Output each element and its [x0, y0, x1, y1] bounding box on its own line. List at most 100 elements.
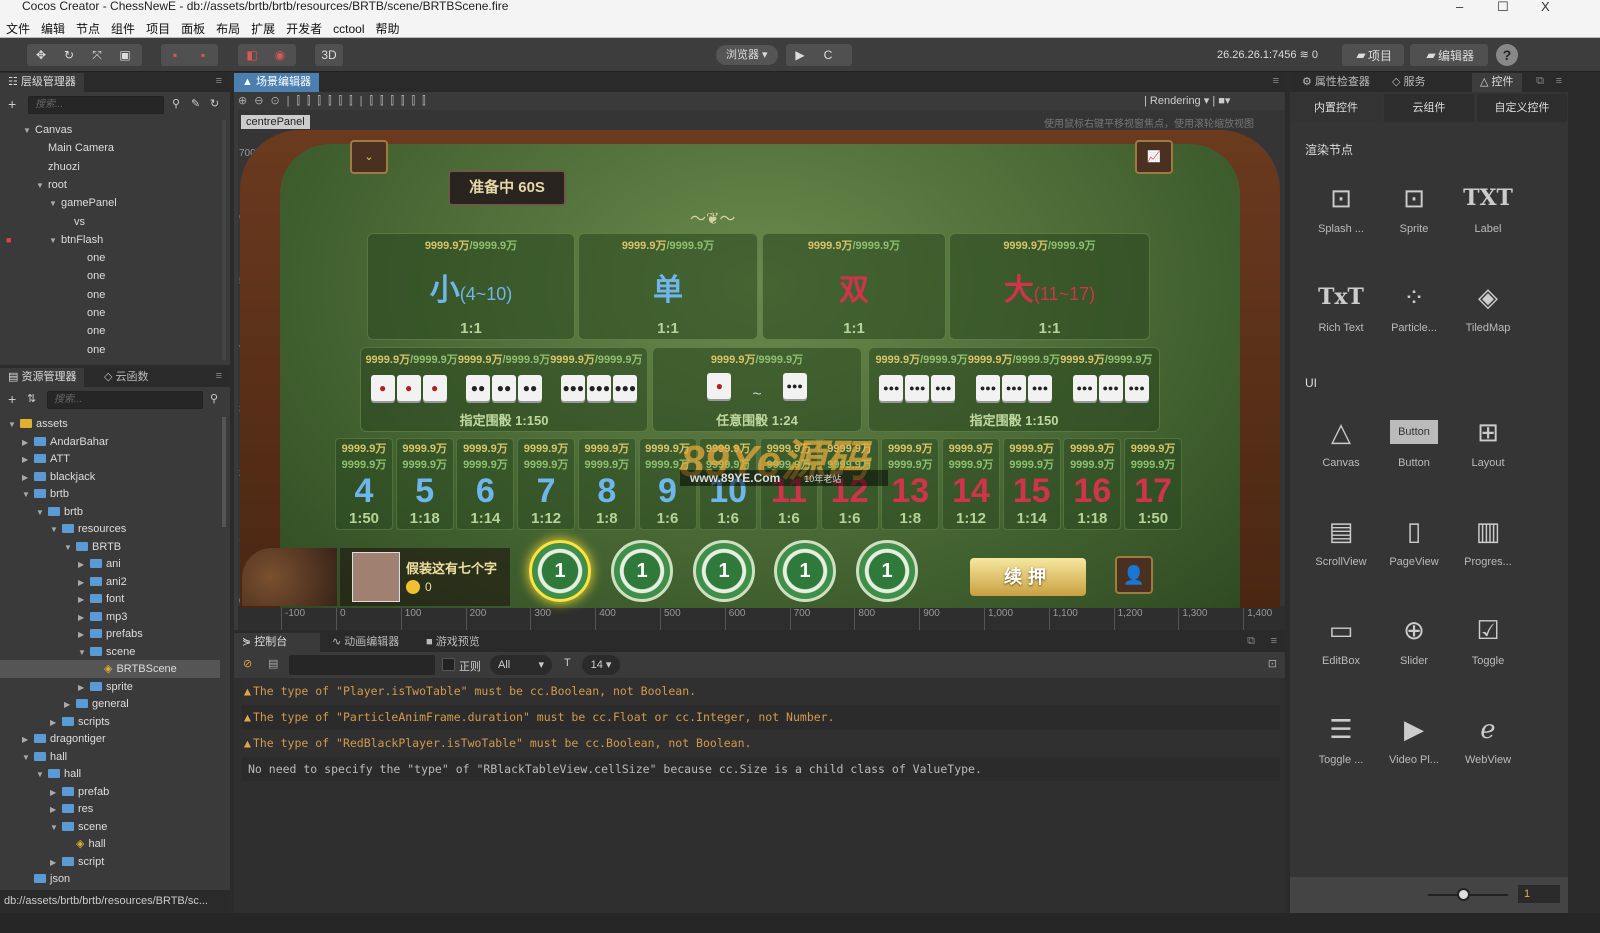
- expand-arrow-icon[interactable]: ▶: [64, 696, 76, 714]
- subtab-custom[interactable]: 自定义控件: [1477, 94, 1567, 122]
- expand-arrow-icon[interactable]: ▶: [50, 854, 62, 872]
- widget-splash[interactable]: ⊡ Splash ...: [1305, 175, 1377, 235]
- number-bet-6[interactable]: 9999.9万 9999.9万 6 1:14: [456, 438, 515, 530]
- expand-arrow-icon[interactable]: ▶: [22, 469, 34, 487]
- widget-progres[interactable]: ▥ Progres...: [1452, 508, 1524, 568]
- 3d-toggle[interactable]: 3D: [315, 44, 343, 66]
- hierarchy-search-input[interactable]: 搜索...: [28, 96, 164, 114]
- expand-arrow-icon[interactable]: ▼: [22, 486, 34, 504]
- tab-inspector[interactable]: ⚙ 属性检查器: [1294, 73, 1378, 92]
- zoom-in-icon[interactable]: ⊕: [238, 95, 254, 107]
- assets-scrollbar[interactable]: [222, 417, 226, 527]
- tab-cloud-functions[interactable]: ◇ 云函数: [96, 368, 157, 387]
- widget-layout[interactable]: ⊞ Layout: [1452, 409, 1524, 469]
- widget-scrollview[interactable]: ▤ ScrollView: [1305, 508, 1377, 568]
- font-size-select[interactable]: 14 ▾: [582, 655, 620, 675]
- expand-arrow-icon[interactable]: ▼: [23, 122, 35, 140]
- number-bet-15[interactable]: 9999.9万 9999.9万 15 1:14: [1002, 438, 1061, 530]
- asset-item[interactable]: ▶ prefab: [0, 783, 220, 801]
- asset-item[interactable]: ▶ prefabs: [0, 625, 220, 643]
- tree-node[interactable]: Main Camera: [0, 139, 220, 157]
- tree-node[interactable]: one: [0, 304, 220, 322]
- search-icon[interactable]: ⚲: [210, 392, 218, 405]
- tree-node[interactable]: ▼ gamePanel: [0, 194, 220, 212]
- expand-arrow-icon[interactable]: ▶: [78, 609, 90, 627]
- tab-controls[interactable]: △ 控件: [1472, 73, 1522, 92]
- move-tool-icon[interactable]: ✥: [27, 48, 55, 62]
- scale-tool-icon[interactable]: ⤧: [83, 48, 111, 63]
- chip-button[interactable]: 1: [611, 540, 673, 602]
- players-list-button[interactable]: 👤: [1115, 556, 1153, 594]
- any-triple-bet[interactable]: 9999.9万/9999.9万 ● ~ ●●● 任意围骰 1:24: [652, 347, 862, 432]
- tree-node[interactable]: one: [0, 249, 220, 267]
- tab-animation-editor[interactable]: ∿ 动画编辑器: [324, 633, 407, 652]
- open-log-icon[interactable]: ▤: [268, 657, 278, 670]
- triple-bet-6[interactable]: ●●● ●●● ●●●: [1072, 375, 1150, 404]
- widget-toggle[interactable]: ☑ Toggle: [1452, 607, 1524, 667]
- triple-bet-1[interactable]: ● ● ●: [370, 375, 448, 404]
- popout-icon[interactable]: ⧉: [1536, 75, 1544, 88]
- tab-assets[interactable]: ▤ 资源管理器: [0, 368, 85, 387]
- bet-1[interactable]: 9999.9万/9999.9万单 1:1: [578, 233, 758, 340]
- regex-checkbox[interactable]: [442, 658, 455, 671]
- asset-item[interactable]: ▶ sprite: [0, 678, 220, 696]
- chip-button[interactable]: 1: [856, 540, 918, 602]
- tab-console[interactable]: ⋟ 控制台: [234, 633, 320, 652]
- tree-node[interactable]: zhuozi: [0, 158, 220, 176]
- expand-arrow-icon[interactable]: ▶: [78, 591, 90, 609]
- asset-item[interactable]: ▶ script: [0, 853, 220, 871]
- asset-item[interactable]: ▶ ani2: [0, 573, 220, 591]
- assets-search-input[interactable]: 搜索...: [47, 391, 203, 409]
- number-bet-4[interactable]: 9999.9万 9999.9万 4 1:50: [335, 438, 393, 530]
- triple-bet-5[interactable]: ●●● ●●● ●●●: [975, 375, 1053, 404]
- expand-arrow-icon[interactable]: ▶: [78, 679, 90, 697]
- asset-item[interactable]: ▼ hall: [0, 765, 220, 783]
- trend-chart-button[interactable]: 📈: [1135, 140, 1173, 174]
- sort-icon[interactable]: ⇅: [27, 392, 36, 405]
- widget-toggle[interactable]: ☰ Toggle ...: [1305, 706, 1377, 766]
- panel-menu-icon[interactable]: ≡: [216, 75, 222, 87]
- expand-arrow-icon[interactable]: ▶: [78, 556, 90, 574]
- asset-item[interactable]: ▼ assets: [0, 415, 220, 433]
- asset-item[interactable]: ▼ BRTB: [0, 538, 220, 556]
- record-icon[interactable]: ◉: [266, 48, 294, 62]
- triple-bet-2[interactable]: ●● ●● ●●: [465, 375, 543, 404]
- expand-arrow-icon[interactable]: ▼: [64, 539, 76, 557]
- play-button[interactable]: ▶: [786, 48, 814, 62]
- expand-arrow-icon[interactable]: ▶: [50, 714, 62, 732]
- expand-arrow-icon[interactable]: ▼: [36, 766, 48, 784]
- bet-2[interactable]: 9999.9万/9999.9万双 1:1: [762, 233, 946, 340]
- tree-node[interactable]: one: [0, 267, 220, 285]
- widget-button[interactable]: Button Button: [1378, 409, 1450, 469]
- refresh-button[interactable]: C: [814, 48, 842, 62]
- expand-arrow-icon[interactable]: ▶: [50, 801, 62, 819]
- expand-arrow-icon[interactable]: ▶: [22, 451, 34, 469]
- number-bet-7[interactable]: 9999.9万 9999.9万 7 1:12: [517, 438, 576, 530]
- rendering-select[interactable]: | Rendering ▾ | ■▾: [1144, 94, 1230, 107]
- expand-arrow-icon[interactable]: ▼: [50, 521, 62, 539]
- expand-arrow-icon[interactable]: ▶: [22, 434, 34, 452]
- expand-arrow-icon[interactable]: ▼: [50, 819, 62, 837]
- tree-node[interactable]: ▼ Canvas: [0, 121, 220, 139]
- triple-bet-3[interactable]: ●●● ●●● ●●●: [560, 375, 638, 404]
- open-editor-button[interactable]: ▰ 编辑器: [1410, 44, 1488, 66]
- pivot-icon[interactable]: ▪: [161, 48, 189, 62]
- number-bet-16[interactable]: 9999.9万 9999.9万 16 1:18: [1063, 438, 1122, 530]
- tree-node[interactable]: ■ ▼ btnFlash: [0, 231, 220, 249]
- widget-webview[interactable]: ℯ WebView: [1452, 706, 1524, 766]
- collapse-icon[interactable]: ⊡: [1268, 657, 1277, 670]
- menu-item[interactable]: 帮助: [376, 22, 400, 36]
- widget-canvas[interactable]: △ Canvas: [1305, 409, 1377, 469]
- log-level-select[interactable]: All ▾: [490, 655, 552, 675]
- lock-icon[interactable]: ■: [6, 231, 11, 249]
- expand-arrow-icon[interactable]: ▼: [49, 232, 61, 250]
- expand-arrow-icon[interactable]: ▼: [78, 644, 90, 662]
- expand-arrow-icon[interactable]: ▶: [78, 626, 90, 644]
- asset-item[interactable]: ◈ hall: [0, 835, 220, 853]
- expand-arrow-icon[interactable]: ▼: [36, 504, 48, 522]
- avatar[interactable]: [352, 552, 400, 602]
- asset-item[interactable]: ▼ resources: [0, 520, 220, 538]
- log-entry[interactable]: ▲ The type of "Player.isTwoTable" must be…: [242, 679, 1280, 703]
- minimize-button[interactable]: –: [1456, 0, 1463, 13]
- number-bet-13[interactable]: 9999.9万 9999.9万 13 1:8: [881, 438, 940, 530]
